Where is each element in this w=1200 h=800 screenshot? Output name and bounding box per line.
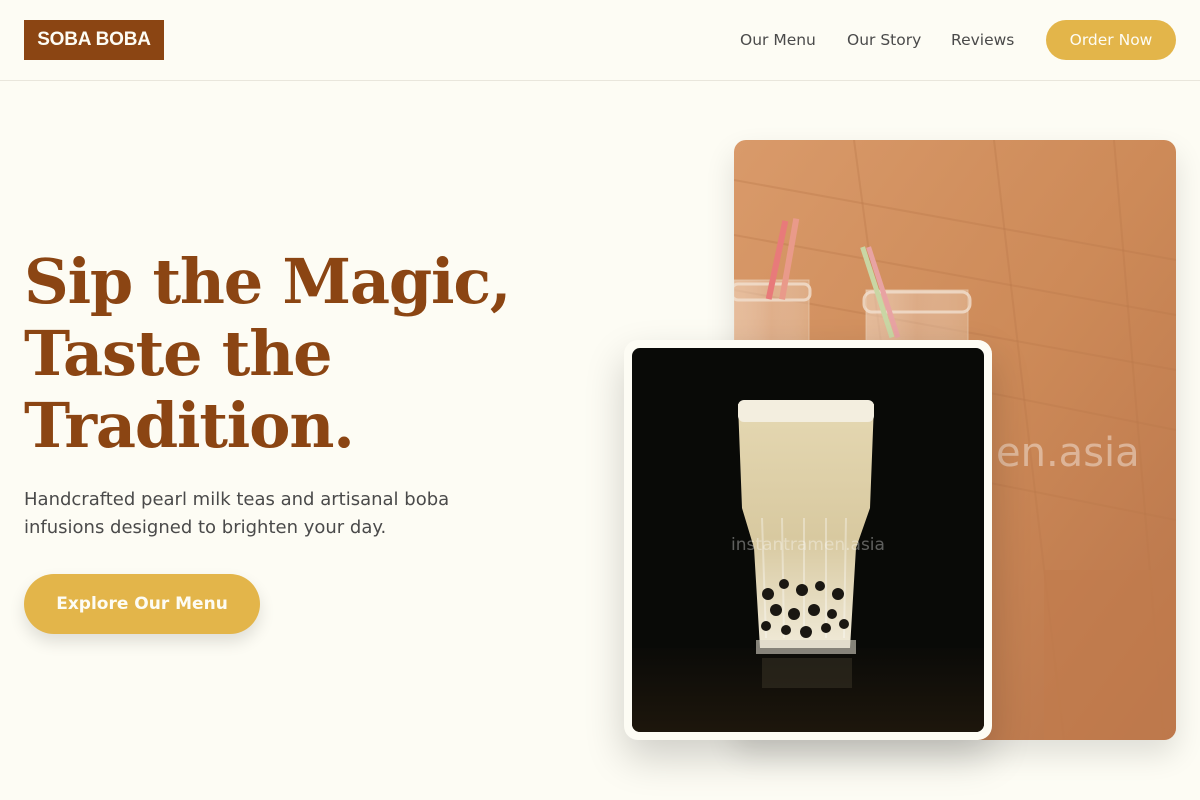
nav-link-our-menu[interactable]: Our Menu bbox=[740, 30, 816, 50]
logo[interactable]: SOBA BOBA bbox=[24, 20, 164, 60]
hero-title-line: Sip the Magic, bbox=[24, 245, 511, 318]
hero-subtitle: Handcrafted pearl milk teas and artisana… bbox=[24, 489, 450, 538]
watermark-text: en.asia bbox=[996, 430, 1140, 476]
explore-menu-button[interactable]: Explore Our Menu bbox=[24, 574, 260, 634]
hero-title-line: Taste the bbox=[24, 317, 333, 390]
nav-link-reviews[interactable]: Reviews bbox=[951, 30, 1014, 50]
site-header: SOBA BOBA Our Menu Our Story Reviews Ord… bbox=[0, 0, 1200, 81]
milk-tea-photo: instantramen.asia bbox=[632, 348, 984, 732]
hero-title-line: Tradition. bbox=[24, 389, 355, 462]
hero-title: Sip the Magic, Taste the Tradition. bbox=[24, 246, 544, 462]
milk-tea-photo-frame: instantramen.asia bbox=[624, 340, 992, 740]
nav-link-our-story[interactable]: Our Story bbox=[847, 30, 921, 50]
watermark-text: instantramen.asia bbox=[731, 535, 885, 555]
order-now-button[interactable]: Order Now bbox=[1046, 20, 1176, 60]
